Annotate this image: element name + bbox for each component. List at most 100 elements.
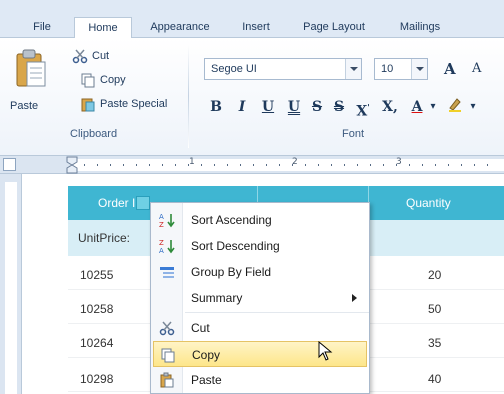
copy-label: Copy bbox=[100, 74, 126, 86]
menu-item-summary[interactable]: Summary bbox=[153, 285, 367, 311]
paste-special-icon bbox=[81, 98, 95, 112]
indent-marker-icon[interactable] bbox=[66, 156, 78, 174]
grow-font-button[interactable]: A bbox=[444, 58, 456, 80]
tab-home[interactable]: Home bbox=[74, 17, 132, 39]
tab-stop-selector[interactable] bbox=[3, 158, 16, 171]
column-header-quantity[interactable]: Quantity bbox=[406, 186, 451, 220]
double-strikethrough-button[interactable]: S bbox=[330, 96, 348, 118]
ruler-tick bbox=[123, 164, 124, 166]
ruler-tick bbox=[253, 164, 254, 166]
tab-insert[interactable]: Insert bbox=[228, 17, 284, 38]
ruler-tick bbox=[97, 164, 98, 166]
menu-item-cut[interactable]: Cut bbox=[153, 315, 367, 341]
quantity-cell: 50 bbox=[428, 302, 442, 316]
order-id-cell: 10298 bbox=[80, 372, 114, 386]
menu-item-label: Copy bbox=[192, 348, 221, 362]
paste-icon bbox=[160, 372, 174, 388]
highlight-color-button[interactable] bbox=[444, 96, 466, 118]
tab-mailings[interactable]: Mailings bbox=[386, 17, 454, 38]
group-separator bbox=[188, 44, 189, 148]
group-row-label: UnitPrice: bbox=[78, 231, 131, 245]
ruler-tick bbox=[305, 164, 306, 166]
menu-item-group-by-field[interactable]: Group By Field bbox=[153, 259, 367, 285]
menu-item-paste[interactable]: Paste bbox=[153, 367, 367, 393]
italic-button[interactable]: I bbox=[232, 96, 252, 118]
highlighter-icon bbox=[449, 98, 461, 112]
tab-appearance[interactable]: Appearance bbox=[140, 17, 220, 38]
context-menu: A Z Sort Ascending Z A Sort Descending G… bbox=[150, 202, 370, 394]
ruler-number: 1 bbox=[189, 157, 195, 167]
cut-icon bbox=[72, 49, 88, 64]
font-color-button[interactable]: A bbox=[408, 96, 426, 118]
copy-icon bbox=[81, 73, 95, 88]
bold-button[interactable]: B bbox=[206, 96, 226, 118]
cut-icon bbox=[159, 321, 175, 336]
menu-item-label: Sort Ascending bbox=[191, 213, 272, 227]
ruler-tick bbox=[448, 164, 449, 166]
ruler-tick bbox=[422, 164, 423, 166]
ruler-tick bbox=[162, 164, 163, 166]
quantity-cell: 20 bbox=[428, 268, 442, 282]
ruler-tick bbox=[279, 164, 280, 166]
font-name-value: Segoe UI bbox=[211, 63, 257, 75]
ruler-tick bbox=[136, 164, 137, 166]
quantity-cell: 40 bbox=[428, 372, 442, 386]
ruler-tick bbox=[383, 164, 384, 166]
superscript-button[interactable]: X' bbox=[352, 96, 374, 120]
paste-special-button[interactable]: Paste Special bbox=[80, 94, 167, 114]
ruler-tick bbox=[227, 164, 228, 166]
ribbon-tab-bar: File Home Appearance Insert Page Layout … bbox=[0, 0, 504, 39]
menu-item-label: Group By Field bbox=[191, 265, 272, 279]
menu-item-sort-ascending[interactable]: A Z Sort Ascending bbox=[153, 207, 367, 233]
order-id-cell: 10255 bbox=[80, 268, 114, 282]
tab-file[interactable]: File bbox=[22, 17, 62, 38]
menu-item-sort-descending[interactable]: Z A Sort Descending bbox=[153, 233, 367, 259]
underline-button[interactable]: U bbox=[258, 96, 278, 118]
font-name-dropdown-arrow[interactable] bbox=[345, 59, 361, 79]
paste-special-label: Paste Special bbox=[100, 98, 168, 110]
highlight-dropdown-icon[interactable]: ▾ bbox=[468, 96, 478, 118]
ruler-tick bbox=[149, 164, 150, 166]
menu-item-label: Summary bbox=[191, 291, 243, 305]
ruler-tick bbox=[292, 164, 293, 166]
cut-button[interactable]: Cut bbox=[72, 46, 109, 66]
ruler-tick bbox=[487, 164, 488, 166]
quantity-cell: 35 bbox=[428, 336, 442, 350]
copy-button[interactable]: Copy bbox=[80, 70, 126, 90]
menu-item-copy[interactable]: Copy bbox=[153, 341, 367, 367]
svg-text:A: A bbox=[159, 247, 164, 254]
tab-page-layout[interactable]: Page Layout bbox=[292, 17, 376, 38]
subscript-button[interactable]: X, bbox=[378, 96, 402, 118]
double-underline-button[interactable]: U bbox=[284, 96, 304, 118]
menu-item-label: Cut bbox=[191, 321, 210, 335]
font-size-dropdown-arrow[interactable] bbox=[411, 59, 427, 79]
ruler-tick bbox=[344, 164, 345, 166]
vertical-ruler[interactable] bbox=[0, 174, 22, 394]
ruler-tick bbox=[214, 164, 215, 166]
font-color-dropdown-icon[interactable]: ▾ bbox=[428, 96, 438, 118]
clipboard-group-label: Clipboard bbox=[70, 128, 118, 140]
group-by-field-icon bbox=[160, 267, 174, 278]
sort-descending-icon: Z A bbox=[159, 239, 175, 254]
strikethrough-button[interactable]: S bbox=[308, 96, 326, 118]
field-selection-handle[interactable] bbox=[136, 196, 150, 210]
menu-separator bbox=[185, 312, 369, 313]
ruler-tick bbox=[201, 164, 202, 166]
mouse-cursor-icon bbox=[318, 341, 333, 361]
font-name-combo[interactable]: Segoe UI bbox=[204, 58, 362, 80]
svg-text:Z: Z bbox=[159, 221, 164, 228]
menu-item-label: Sort Descending bbox=[191, 239, 280, 253]
ruler-tick bbox=[175, 164, 176, 166]
ruler-tick bbox=[409, 164, 410, 166]
paste-button[interactable] bbox=[14, 48, 54, 100]
submenu-arrow-icon bbox=[352, 294, 357, 302]
order-id-cell: 10264 bbox=[80, 336, 114, 350]
horizontal-ruler[interactable]: 1 2 3 bbox=[0, 156, 504, 174]
shrink-font-button[interactable]: A bbox=[472, 58, 481, 80]
ruler-tick bbox=[370, 164, 371, 166]
ruler-tick bbox=[435, 164, 436, 166]
ruler-tick bbox=[266, 164, 267, 166]
paste-label: Paste bbox=[10, 100, 39, 112]
font-size-combo[interactable]: 10 bbox=[374, 58, 428, 80]
ribbon-panel: Paste Cut Copy Paste Special Clipboard S… bbox=[0, 38, 504, 156]
